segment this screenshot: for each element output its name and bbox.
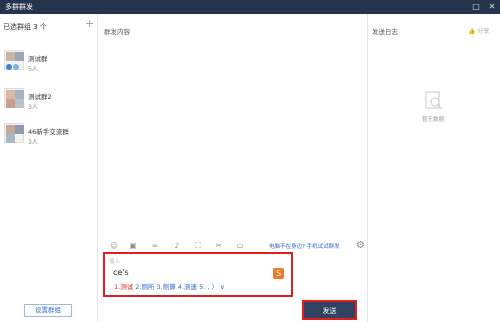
smile-icon[interactable]: ☺ xyxy=(109,241,119,250)
group-member-count: 5人 xyxy=(28,66,38,73)
group-member-count: 3人 xyxy=(28,139,38,146)
title-bar: 多群群发 □ ✕ xyxy=(0,0,500,14)
content-heading: 群发内容 xyxy=(104,28,130,36)
group-name: 46新手交流群 xyxy=(28,128,69,136)
ime-first-candidate[interactable]: 1.测试 xyxy=(114,283,133,291)
group-avatar xyxy=(4,50,24,70)
selected-groups-panel: 已选群组 3 个 + 测试群 5人 测试群2 3人 46新手交流群 3人 设置群… xyxy=(0,14,98,322)
broadcast-content-panel: 群发内容 ☺ ▣ ∞ ♪ ⛶ ✂ ▭ 电脑不在身边? 手机试试群发 ⚙ 输入 c… xyxy=(99,14,366,322)
window-title: 多群群发 xyxy=(5,3,33,11)
scissors-icon[interactable]: ✂ xyxy=(214,241,224,250)
group-member-count: 3人 xyxy=(28,104,38,111)
share-label: 分享 xyxy=(477,28,490,35)
group-avatar xyxy=(4,123,24,143)
ime-other-candidates[interactable]: 2.厕所 3.侧算 4.测速 5. , 〉 ∨ xyxy=(133,283,225,291)
group-item[interactable]: 测试群 5人 xyxy=(2,48,96,80)
group-item[interactable]: 46新手交流群 3人 xyxy=(2,121,96,153)
close-icon[interactable]: ✕ xyxy=(486,1,498,13)
set-groups-button[interactable]: 设置群组 xyxy=(24,304,72,317)
send-log-panel: 发送日志 👍 分享 暂无数据 xyxy=(367,14,500,322)
mic-icon[interactable]: ♪ xyxy=(172,241,182,250)
ime-logo-icon: S xyxy=(273,268,284,279)
send-button[interactable]: 发送 xyxy=(302,300,357,320)
group-name: 测试群 xyxy=(28,55,48,63)
folder-icon[interactable]: ▭ xyxy=(235,241,245,250)
add-group-icon[interactable]: + xyxy=(85,17,94,30)
group-name: 测试群2 xyxy=(28,93,52,101)
message-input-area[interactable]: 输入 ce's S 1.测试 2.厕所 3.侧算 4.测速 5. , 〉 ∨ xyxy=(103,252,293,297)
group-avatar xyxy=(4,88,24,108)
input-toolbar: ☺ ▣ ∞ ♪ ⛶ ✂ ▭ 电脑不在身边? 手机试试群发 ⚙ xyxy=(109,240,365,251)
maximize-icon[interactable]: □ xyxy=(470,1,482,13)
ime-typed-text: ce's xyxy=(113,268,129,277)
share-button[interactable]: 👍 分享 xyxy=(468,26,489,35)
empty-document-icon xyxy=(425,91,443,110)
screenshot-icon[interactable]: ⛶ xyxy=(193,241,203,250)
ime-candidates[interactable]: 1.测试 2.厕所 3.侧算 4.测速 5. , 〉 ∨ xyxy=(114,281,225,291)
send-log-heading: 发送日志 xyxy=(372,28,398,36)
image-icon[interactable]: ▣ xyxy=(128,241,138,250)
mobile-broadcast-link[interactable]: 电脑不在身边? 手机试试群发 xyxy=(269,242,340,250)
gear-icon[interactable]: ⚙ xyxy=(356,240,365,251)
message-input-placeholder: 输入 xyxy=(109,259,121,265)
empty-state-text: 暂无数据 xyxy=(422,117,445,123)
selected-groups-header: 已选群组 3 个 xyxy=(3,23,47,31)
link-icon[interactable]: ∞ xyxy=(150,241,160,250)
ime-candidate-window: ce's S 1.测试 2.厕所 3.侧算 4.测速 5. , 〉 ∨ xyxy=(110,266,285,294)
group-item[interactable]: 测试群2 3人 xyxy=(2,86,96,118)
